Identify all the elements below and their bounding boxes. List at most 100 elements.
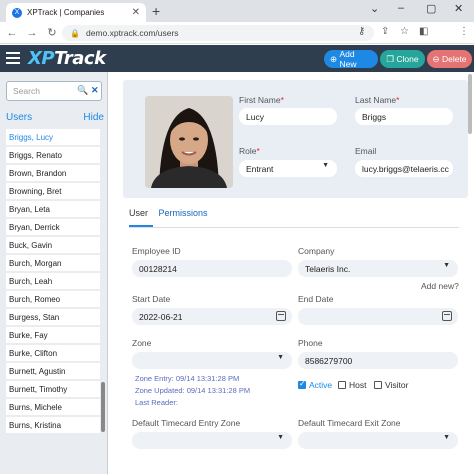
hamburger-menu-icon[interactable]: [6, 52, 20, 67]
url-field[interactable]: 🔒 demo.xptrack.com/users: [62, 25, 374, 41]
exit-zone-label: Default Timecard Exit Zone: [298, 418, 401, 428]
email-field[interactable]: lucy.briggs@telaeris.cc: [355, 160, 453, 177]
checkbox-unchecked-icon: [374, 381, 382, 389]
employee-id-field[interactable]: 00128214: [132, 260, 292, 277]
dropdown-caret-icon: ▼: [322, 162, 329, 169]
zone-label: Zone: [132, 338, 152, 348]
hide-sidebar-link[interactable]: Hide: [83, 112, 104, 123]
detail-tabs: User Permissions: [129, 208, 216, 218]
browser-tab-title: XPTrack | Companies: [27, 8, 105, 17]
user-list-item[interactable]: Bryan, Derrick: [6, 219, 100, 237]
xptrack-favicon-icon: X: [12, 7, 22, 18]
user-list-item[interactable]: Buck, Gavin: [6, 237, 100, 255]
end-date-field[interactable]: [298, 308, 458, 325]
last-name-field[interactable]: Briggs: [355, 108, 453, 125]
browser-menu-icon[interactable]: ⋮: [459, 26, 469, 37]
user-list-item[interactable]: Briggs, Lucy: [6, 129, 100, 147]
user-photo[interactable]: [145, 96, 233, 188]
minus-icon: ⊖: [432, 53, 440, 64]
exit-zone-select[interactable]: ▼: [298, 432, 458, 449]
phone-field[interactable]: 8586279700: [298, 352, 458, 369]
user-list-item[interactable]: Burch, Romeo: [6, 291, 100, 309]
user-list-item[interactable]: Briggs, Renato: [6, 147, 100, 165]
bookmark-star-icon[interactable]: ☆: [400, 26, 409, 37]
main-scrollbar[interactable]: [468, 74, 472, 134]
add-new-button[interactable]: ⊕ Add New: [324, 49, 378, 69]
active-checkbox[interactable]: Active: [298, 379, 332, 390]
start-date-field[interactable]: 2022-06-21: [132, 308, 292, 325]
phone-label: Phone: [298, 338, 323, 348]
add-new-company-link[interactable]: Add new?: [421, 281, 459, 291]
user-list-item[interactable]: Burch, Leah: [6, 273, 100, 291]
company-label: Company: [298, 246, 335, 256]
user-list-item[interactable]: Burgess, Stan: [6, 309, 100, 327]
browser-tab[interactable]: X XPTrack | Companies ✕: [6, 3, 146, 22]
search-input[interactable]: Search 🔍 ✕: [6, 81, 102, 101]
calendar-icon[interactable]: [276, 311, 286, 321]
zone-updated-text: Zone Updated: 09/14 13:31:28 PM: [135, 386, 251, 395]
user-list-item[interactable]: Burke, Clifton: [6, 345, 100, 363]
close-window-icon[interactable]: ✕: [454, 2, 463, 15]
entry-zone-select[interactable]: ▼: [132, 432, 292, 449]
user-list-item[interactable]: Burke, Fay: [6, 327, 100, 345]
user-list-item[interactable]: Bryan, Leta: [6, 201, 100, 219]
xptrack-logo: XPTrack: [28, 48, 106, 69]
last-reader-text: Last Reader:: [135, 398, 178, 407]
clone-button[interactable]: ❐ Clone: [380, 50, 425, 68]
user-list-item[interactable]: Burnett, Timothy: [6, 381, 100, 399]
user-detail-panel: First Name* Lucy Last Name* Briggs Role*…: [109, 72, 474, 474]
user-list-item[interactable]: Brown, Brandon: [6, 165, 100, 183]
zone-select[interactable]: ▼: [132, 352, 292, 369]
tab-divider: [129, 227, 459, 228]
user-list-item[interactable]: Burns, Kristina: [6, 417, 100, 435]
clone-icon: ❐: [386, 53, 395, 64]
first-name-label: First Name*: [239, 95, 284, 105]
dropdown-caret-icon: ▼: [443, 262, 450, 269]
sidebar-scrollbar[interactable]: [101, 382, 105, 432]
user-list: Briggs, Lucy Briggs, Renato Brown, Brandon…: [6, 129, 100, 435]
close-tab-icon[interactable]: ✕: [132, 7, 140, 18]
maximize-icon[interactable]: ▢: [426, 2, 436, 15]
delete-button[interactable]: ⊖ Delete: [427, 50, 472, 68]
first-name-field[interactable]: Lucy: [239, 108, 337, 125]
role-select[interactable]: Entrant ▼: [239, 160, 337, 177]
company-select[interactable]: Telaeris Inc. ▼: [298, 260, 458, 277]
tab-permissions[interactable]: Permissions: [159, 208, 208, 218]
new-tab-icon[interactable]: +: [152, 3, 160, 19]
user-list-item[interactable]: Burnett, Agustin: [6, 363, 100, 381]
last-name-label: Last Name*: [355, 95, 400, 105]
share-icon[interactable]: ⇪: [381, 26, 389, 37]
start-date-label: Start Date: [132, 294, 171, 304]
employee-id-label: Employee ID: [132, 246, 181, 256]
end-date-label: End Date: [298, 294, 334, 304]
reload-icon[interactable]: ↻: [44, 26, 60, 39]
dropdown-caret-icon: ▼: [277, 354, 284, 361]
user-list-item[interactable]: Burns, Michele: [6, 399, 100, 417]
forward-icon[interactable]: →: [24, 27, 40, 39]
app-header: XPTrack ⊕ Add New ❐ Clone ⊖ Delete: [0, 45, 474, 72]
tab-search-chevron-icon[interactable]: ⌄: [370, 2, 379, 15]
lock-icon: 🔒: [70, 28, 80, 38]
sidepanel-icon[interactable]: ◧: [419, 26, 428, 37]
email-label: Email: [355, 146, 377, 156]
calendar-icon[interactable]: [442, 311, 452, 321]
visitor-checkbox[interactable]: Visitor: [374, 380, 408, 390]
tab-user[interactable]: User: [129, 208, 148, 218]
address-bar-row: ← → ↻ 🔒 demo.xptrack.com/users ⚷ ⇪ ☆ ◧ R…: [0, 22, 474, 61]
clear-search-icon[interactable]: ✕: [91, 85, 99, 96]
search-icon[interactable]: 🔍: [77, 85, 88, 96]
minimize-icon[interactable]: –: [398, 2, 404, 14]
users-heading: Users Hide: [6, 112, 104, 123]
host-checkbox[interactable]: Host: [338, 380, 366, 390]
role-label: Role*: [239, 146, 260, 156]
back-icon[interactable]: ←: [4, 27, 20, 39]
add-icon: ⊕: [330, 53, 338, 64]
browser-tabstrip: X XPTrack | Companies ✕ + ⌄ – ▢ ✕: [0, 0, 474, 22]
url-text: demo.xptrack.com/users: [85, 28, 179, 38]
dropdown-caret-icon: ▼: [443, 434, 450, 441]
user-list-item[interactable]: Browning, Bret: [6, 183, 100, 201]
zone-entry-text: Zone Entry: 09/14 13:31:28 PM: [135, 374, 240, 383]
user-list-item[interactable]: Burch, Morgan: [6, 255, 100, 273]
key-icon[interactable]: ⚷: [358, 26, 365, 37]
entry-zone-label: Default Timecard Entry Zone: [132, 418, 241, 428]
